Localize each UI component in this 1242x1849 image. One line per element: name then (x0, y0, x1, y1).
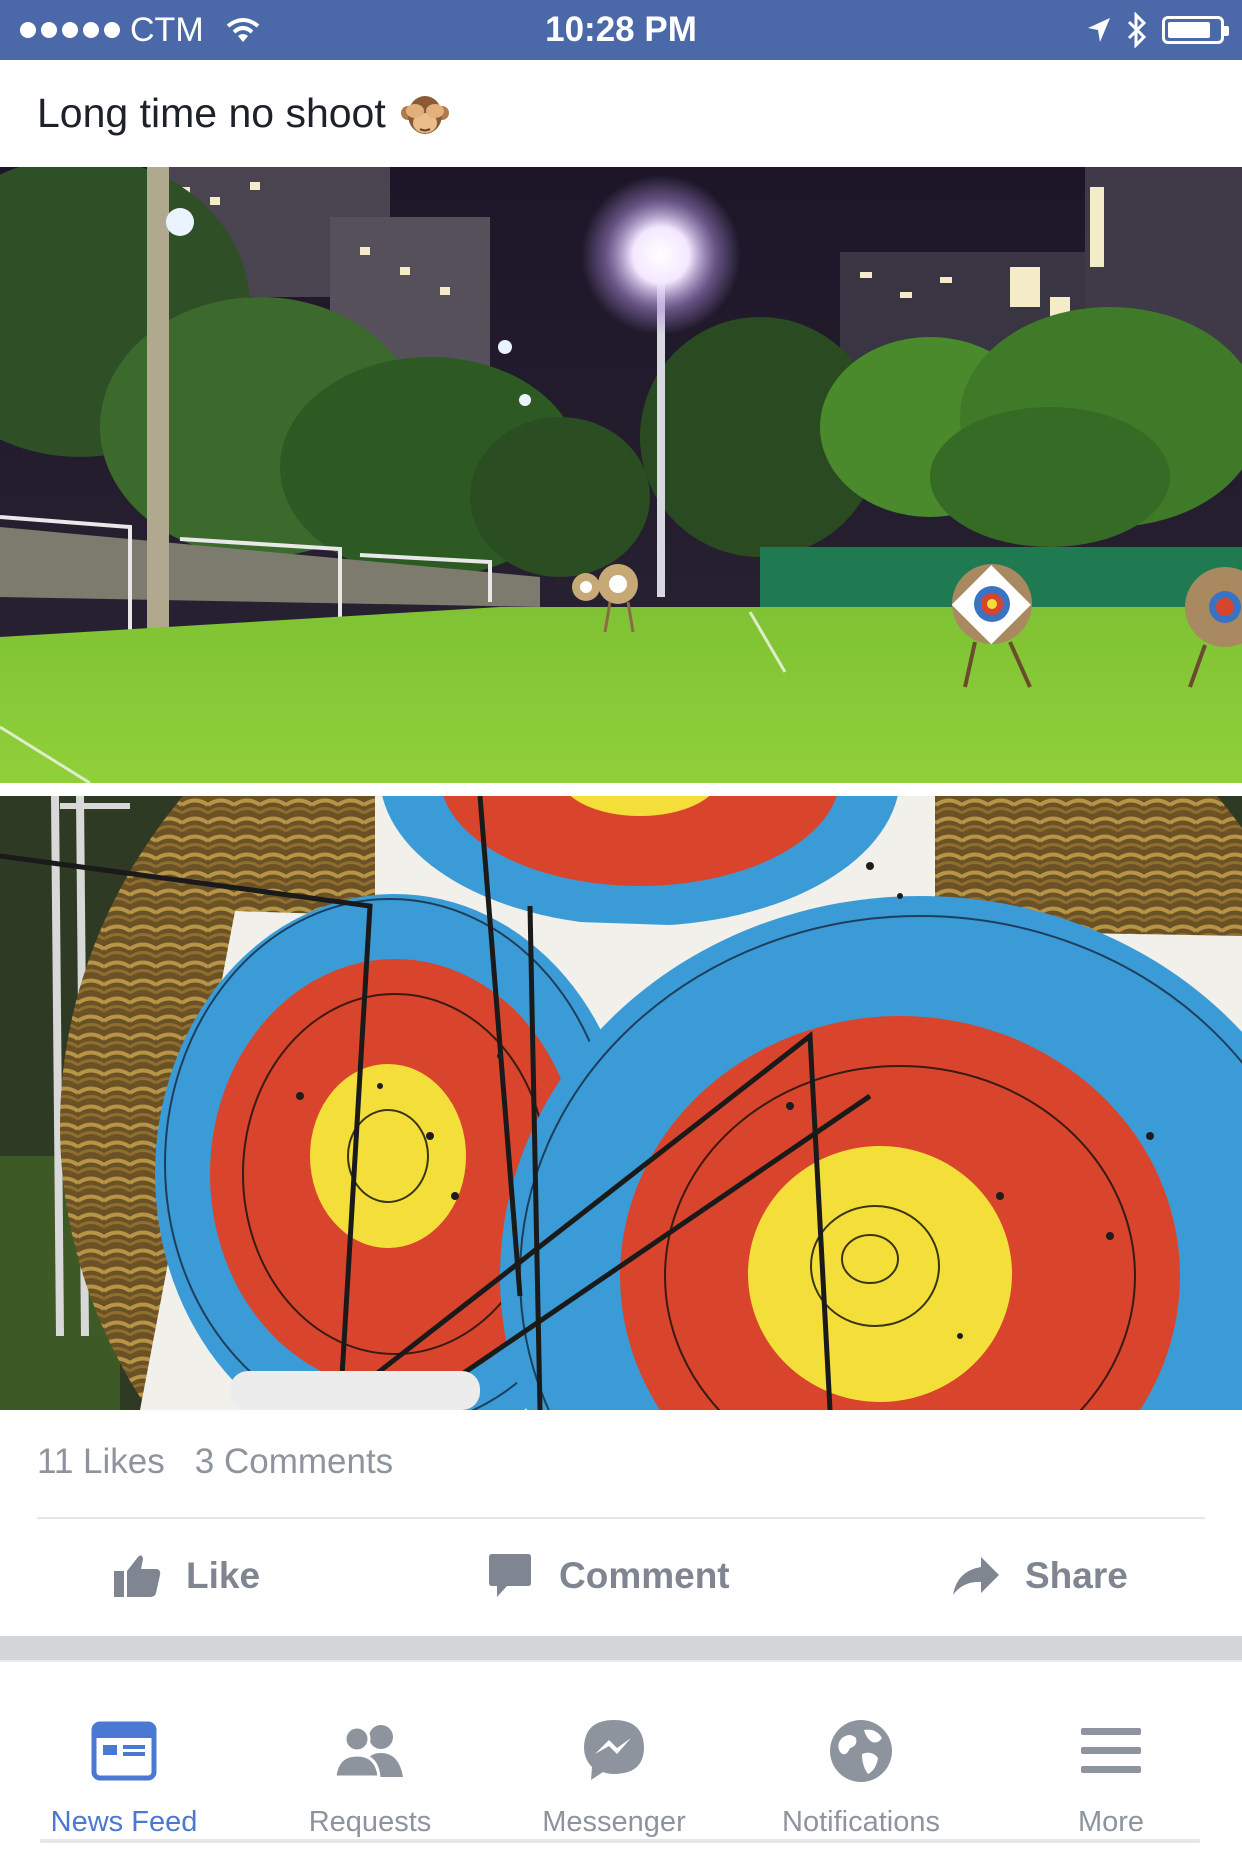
thumbs-up-icon (114, 1555, 161, 1597)
comment-bubble-icon (489, 1554, 531, 1597)
feed-separator (0, 1636, 1242, 1660)
post-stats: 11 Likes 3 Comments (37, 1430, 393, 1494)
comment-label: Comment (559, 1555, 730, 1596)
location-arrow-icon (1088, 18, 1110, 42)
share-button[interactable]: Share (951, 1520, 1128, 1632)
see-no-evil-monkey-icon (400, 95, 449, 134)
tab-news-feed[interactable]: News Feed (0, 1660, 248, 1849)
tab-requests[interactable]: Requests (246, 1660, 494, 1849)
comments-count[interactable]: 3 Comments (195, 1430, 393, 1494)
post-message: Long time no shoot (37, 90, 386, 136)
archery-targets-closeup-photo[interactable] (0, 796, 1242, 1410)
globe-notifications-icon (830, 1720, 892, 1782)
hamburger-menu-icon (1081, 1728, 1141, 1773)
tab-messenger[interactable]: Messenger (490, 1660, 738, 1849)
archery-field-night-photo[interactable] (0, 167, 1242, 783)
tab-more[interactable]: More (987, 1660, 1235, 1849)
share-label: Share (1025, 1555, 1128, 1596)
post-header: Long time no shoot (0, 60, 1242, 167)
status-time: 10:28 PM (545, 10, 697, 49)
tab-label: News Feed (50, 1806, 198, 1838)
news-feed-icon (91, 1721, 157, 1781)
tab-notifications[interactable]: Notifications (737, 1660, 985, 1849)
bluetooth-icon (1127, 12, 1147, 48)
friend-requests-icon (333, 1725, 403, 1779)
tab-label: More (1077, 1806, 1145, 1838)
battery-icon (1162, 16, 1229, 44)
like-label: Like (186, 1555, 261, 1596)
post-text-row: Long time no shoot (37, 60, 450, 167)
stats-divider (37, 1517, 1205, 1519)
comment-button[interactable]: Comment (485, 1520, 730, 1632)
tab-label: Messenger (542, 1806, 686, 1838)
messenger-icon (584, 1720, 644, 1780)
post-actions: Like Comment Share (0, 1520, 1242, 1632)
tab-label: Notifications (782, 1806, 940, 1838)
share-arrow-icon (953, 1557, 999, 1595)
bottom-tab-bar: News Feed Requests Messenger Notificatio… (0, 1660, 1242, 1849)
bottom-edge-line (40, 1839, 1200, 1843)
tab-label: Requests (308, 1806, 432, 1838)
like-button[interactable]: Like (112, 1520, 260, 1632)
status-bar: CTM 10:28 PM (0, 0, 1242, 60)
likes-count[interactable]: 11 Likes (37, 1430, 165, 1494)
status-right (1086, 0, 1229, 60)
